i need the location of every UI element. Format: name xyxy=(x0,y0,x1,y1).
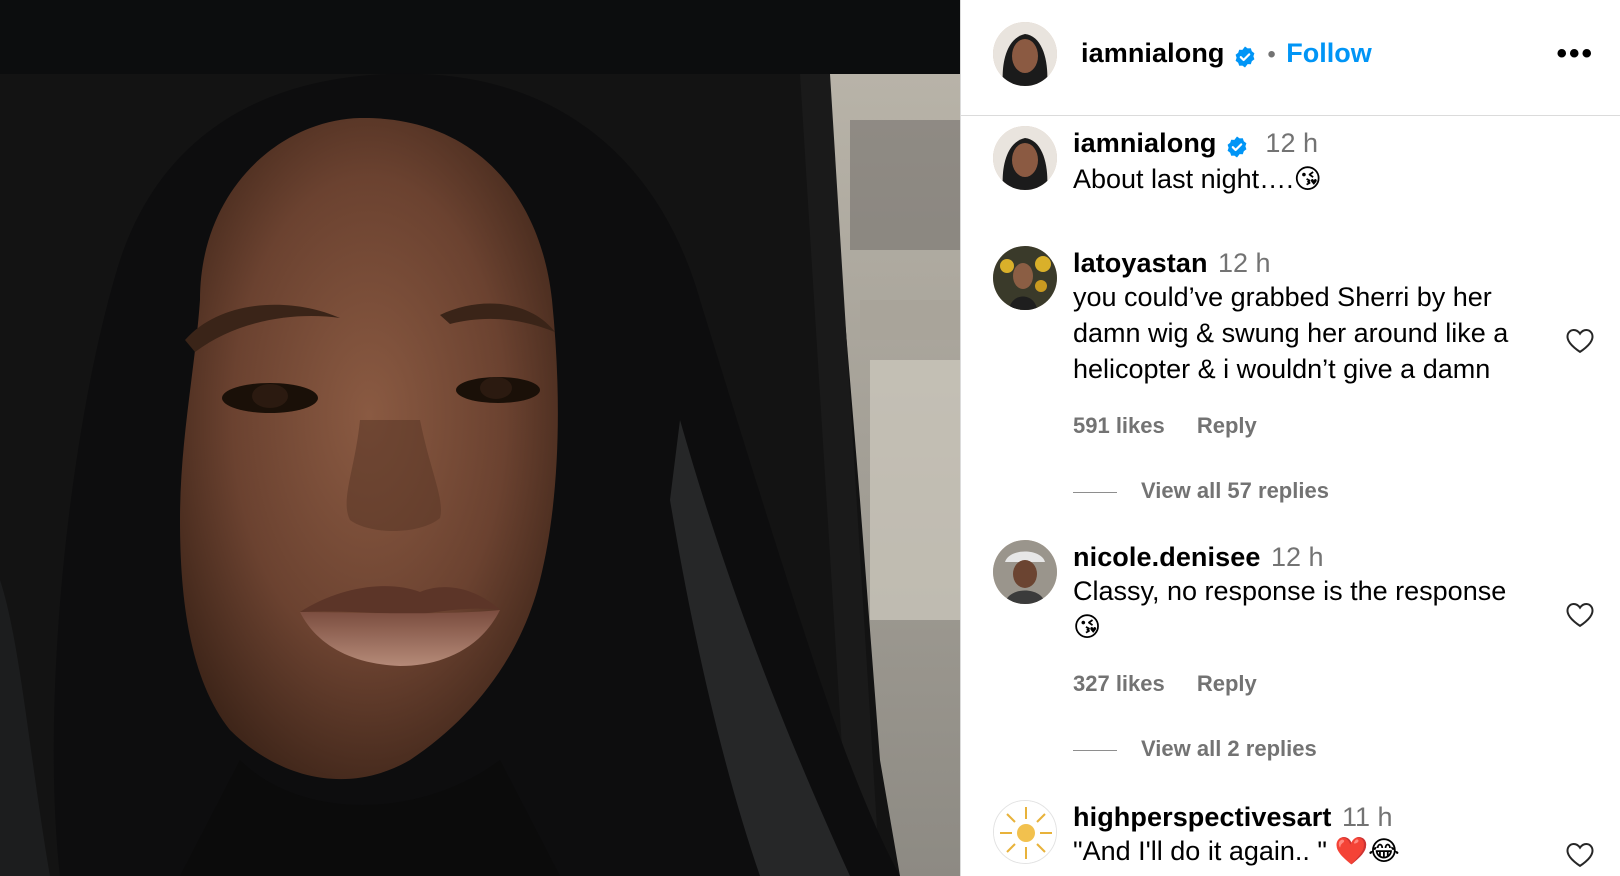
caption-text: About last night….😘 xyxy=(1073,163,1322,194)
portrait-image xyxy=(0,0,960,876)
comment-likes[interactable]: 327 likes xyxy=(1073,671,1165,696)
view-replies-button[interactable]: View all 57 replies xyxy=(1073,478,1329,504)
comment-username[interactable]: latoyastan xyxy=(1073,248,1208,278)
comment-text: you could’ve grabbed Sherri by her damn … xyxy=(1073,282,1509,384)
verified-badge-icon xyxy=(1221,135,1249,161)
comment-emoji: 😘 xyxy=(1073,612,1102,642)
comment-time[interactable]: 12 h xyxy=(1218,248,1271,278)
caption-time[interactable]: 12 h xyxy=(1265,128,1318,158)
comment-body: latoyastan 12 h you could’ve grabbed She… xyxy=(1073,248,1533,439)
header-title-row: iamnialong • Follow xyxy=(1081,38,1372,71)
caption-body: iamnialong 12 h About last night….😘 xyxy=(1073,128,1593,197)
author-avatar[interactable] xyxy=(993,22,1057,86)
replies-divider xyxy=(1073,749,1117,751)
comment-meta: 591 likes Reply xyxy=(1073,413,1533,439)
heart-icon[interactable] xyxy=(1565,840,1595,873)
author-username[interactable]: iamnialong xyxy=(1081,38,1225,68)
heart-icon[interactable] xyxy=(1565,600,1595,633)
more-options-icon[interactable]: ••• xyxy=(1556,39,1594,69)
reply-button[interactable]: Reply xyxy=(1197,671,1257,696)
comment-username[interactable]: nicole.denisee xyxy=(1073,542,1260,572)
heart-icon[interactable] xyxy=(1565,326,1595,359)
comment-time[interactable]: 11 h xyxy=(1342,802,1393,832)
view-replies-label[interactable]: View all 57 replies xyxy=(1141,478,1329,503)
comment-avatar[interactable] xyxy=(993,540,1057,604)
comment-body: highperspectivesart 11 h "And I'll do it… xyxy=(1073,802,1533,869)
replies-divider xyxy=(1073,491,1117,493)
caption-username[interactable]: iamnialong xyxy=(1073,128,1217,158)
post-header: iamnialong • Follow ••• xyxy=(961,0,1620,116)
comment-username[interactable]: highperspectivesart xyxy=(1073,802,1332,832)
comment-avatar[interactable] xyxy=(993,800,1057,864)
view-replies-label[interactable]: View all 2 replies xyxy=(1141,736,1317,761)
comment-text: "And I'll do it again.. " ❤️😂 xyxy=(1073,836,1400,866)
header-separator: • xyxy=(1267,41,1276,68)
comment-meta: 327 likes Reply xyxy=(1073,671,1533,697)
post-photo[interactable] xyxy=(0,0,960,876)
comment-avatar[interactable] xyxy=(993,246,1057,310)
verified-badge-icon xyxy=(1229,45,1257,71)
comment-body: nicole.denisee 12 h Classy, no response … xyxy=(1073,542,1533,697)
caption-avatar[interactable] xyxy=(993,126,1057,190)
comment-time[interactable]: 12 h xyxy=(1271,542,1324,572)
comments-panel: iamnialong • Follow ••• iamnialong 12 h … xyxy=(960,0,1620,876)
comment-text: Classy, no response is the response xyxy=(1073,576,1507,606)
follow-button[interactable]: Follow xyxy=(1286,38,1371,68)
reply-button[interactable]: Reply xyxy=(1197,413,1257,438)
view-replies-button[interactable]: View all 2 replies xyxy=(1073,736,1317,762)
comment-likes[interactable]: 591 likes xyxy=(1073,413,1165,438)
